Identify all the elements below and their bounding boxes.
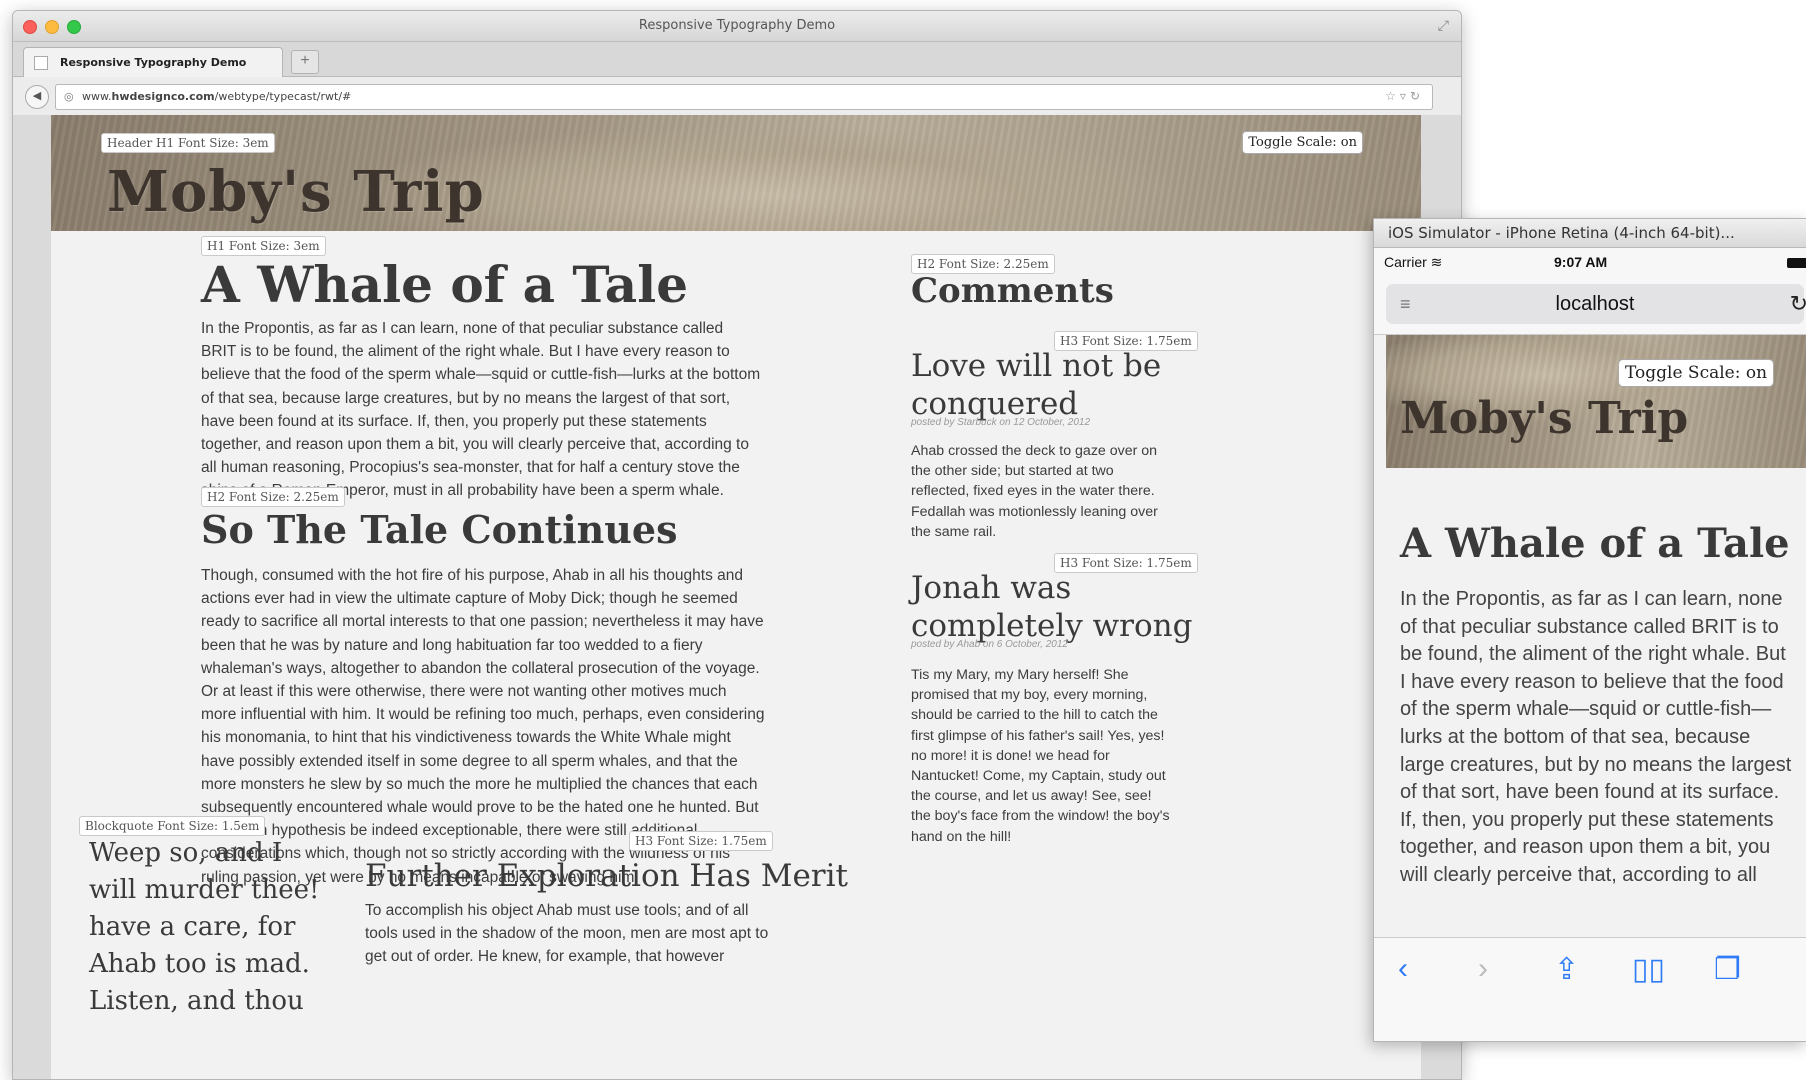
site-title[interactable]: Moby's Trip [107, 159, 485, 225]
address-field[interactable]: ◎ www.hwdesignco.com/webtype/typecast/rw… [55, 84, 1433, 110]
article-paragraph-3: To accomplish his object Ahab must use t… [365, 902, 769, 966]
blockquote-size-tag: Blockquote Font Size: 1.5em [79, 816, 266, 836]
browser-window: Responsive Typography Demo ⤢ Responsive … [12, 10, 1462, 1080]
share-icon[interactable]: ⇪ [1554, 952, 1579, 987]
mobile-article-paragraph: In the Propontis, as far as I can learn,… [1400, 588, 1792, 886]
mobile-site-title[interactable]: Moby's Trip [1400, 393, 1688, 444]
new-tab-button[interactable]: + [291, 50, 319, 74]
fullscreen-icon[interactable]: ⤢ [1438, 17, 1449, 34]
mobile-toggle-scale-button[interactable]: Toggle Scale: on [1618, 359, 1775, 387]
ios-simulator-window: iOS Simulator - iPhone Retina (4-inch 64… [1373, 218, 1806, 1042]
subsection-heading: Further Exploration Has Merit [365, 858, 848, 894]
bookmark-star-icon[interactable]: ☆ [1385, 89, 1400, 103]
mobile-article-heading: A Whale of a Tale [1400, 520, 1790, 567]
ios-status-bar: Carrier ≋ 9:07 AM [1374, 248, 1806, 276]
url-text: www.hwdesignco.com/webtype/typecast/rwt/… [82, 90, 351, 103]
tabs-icon[interactable]: ❐ [1714, 952, 1741, 987]
browser-titlebar: Responsive Typography Demo ⤢ [13, 11, 1461, 42]
site-info-icon[interactable]: ◎ [64, 90, 74, 103]
window-title: Responsive Typography Demo [638, 18, 836, 33]
h1-size-tag: H1 Font Size: 3em [201, 236, 326, 256]
bookmarks-icon[interactable]: ▯▯ [1632, 952, 1665, 987]
address-host: localhost [1555, 293, 1635, 315]
blockquote: Weep so, and I will murder thee! have a … [89, 838, 320, 1016]
battery-icon [1787, 258, 1806, 268]
toggle-scale-button[interactable]: Toggle Scale: on [1242, 131, 1363, 154]
simulator-title: iOS Simulator - iPhone Retina (4-inch 64… [1374, 219, 1806, 248]
favicon-icon [34, 56, 48, 70]
tab-bar: Responsive Typography Demo + [13, 42, 1461, 77]
comments-heading: Comments [911, 271, 1114, 311]
h3-size-tag: H3 Font Size: 1.75em [629, 831, 773, 851]
h2-size-tag: H2 Font Size: 2.25em [201, 487, 345, 507]
comment-2-title: Jonah was completely wrong [911, 570, 1193, 644]
forward-arrow-icon[interactable]: › [1478, 952, 1488, 986]
comment-2-body: Tis my Mary, my Mary herself! She promis… [911, 667, 1170, 845]
article-paragraph-1: In the Propontis, as far as I can learn,… [201, 320, 761, 500]
section-heading: So The Tale Continues [201, 507, 678, 552]
safari-address-bar[interactable]: ≡ localhost ↻ [1386, 284, 1806, 324]
address-actions: ☆▿↻ [1385, 89, 1424, 103]
header-h1-size-tag: Header H1 Font Size: 3em [101, 133, 275, 153]
comment-2-posted: posted by Ahab on 6 October, 2012 [911, 639, 1068, 650]
url-prefix: www. [82, 90, 112, 103]
status-time: 9:07 AM [1554, 254, 1608, 270]
carrier-label: Carrier ≋ [1384, 254, 1442, 271]
url-domain: hwdesignco.com [111, 90, 215, 103]
comment-1-posted: posted by Starbuck on 12 October, 2012 [911, 417, 1091, 428]
carrier-text: Carrier [1384, 254, 1427, 270]
tab-responsive-typography[interactable]: Responsive Typography Demo [23, 47, 283, 77]
safari-toolbar: ‹ › ⇪ ▯▯ ❐ [1374, 937, 1806, 1041]
site-header: Header H1 Font Size: 3em Moby's Trip Tog… [51, 115, 1421, 231]
reload-icon[interactable]: ↻ [1790, 291, 1806, 317]
reload-icon[interactable]: ↻ [1410, 89, 1424, 103]
comment-1-title: Love will not be conquered [911, 348, 1162, 422]
url-path: /webtype/typecast/rwt/# [214, 90, 352, 103]
browser-viewport: Header H1 Font Size: 3em Moby's Trip Tog… [13, 115, 1461, 1079]
safari-nav-bar: ≡ localhost ↻ [1374, 276, 1806, 335]
wifi-icon: ≋ [1430, 254, 1443, 270]
back-button[interactable]: ◀ [25, 85, 49, 109]
mobile-page-content: A Whale of a Tale In the Propontis, as f… [1386, 468, 1806, 901]
web-page: Header H1 Font Size: 3em Moby's Trip Tog… [51, 115, 1421, 1079]
tab-label: Responsive Typography Demo [60, 56, 247, 69]
article-heading: A Whale of a Tale [201, 255, 689, 314]
comment-1-body: Ahab crossed the deck to gaze over on th… [911, 443, 1158, 540]
back-arrow-icon[interactable]: ‹ [1398, 952, 1408, 986]
dropdown-arrow-icon[interactable]: ▿ [1400, 89, 1410, 103]
mobile-site-header: Toggle Scale: on Moby's Trip [1386, 335, 1806, 468]
navigation-bar: ◀ ◎ www.hwdesignco.com/webtype/typecast/… [13, 77, 1461, 116]
